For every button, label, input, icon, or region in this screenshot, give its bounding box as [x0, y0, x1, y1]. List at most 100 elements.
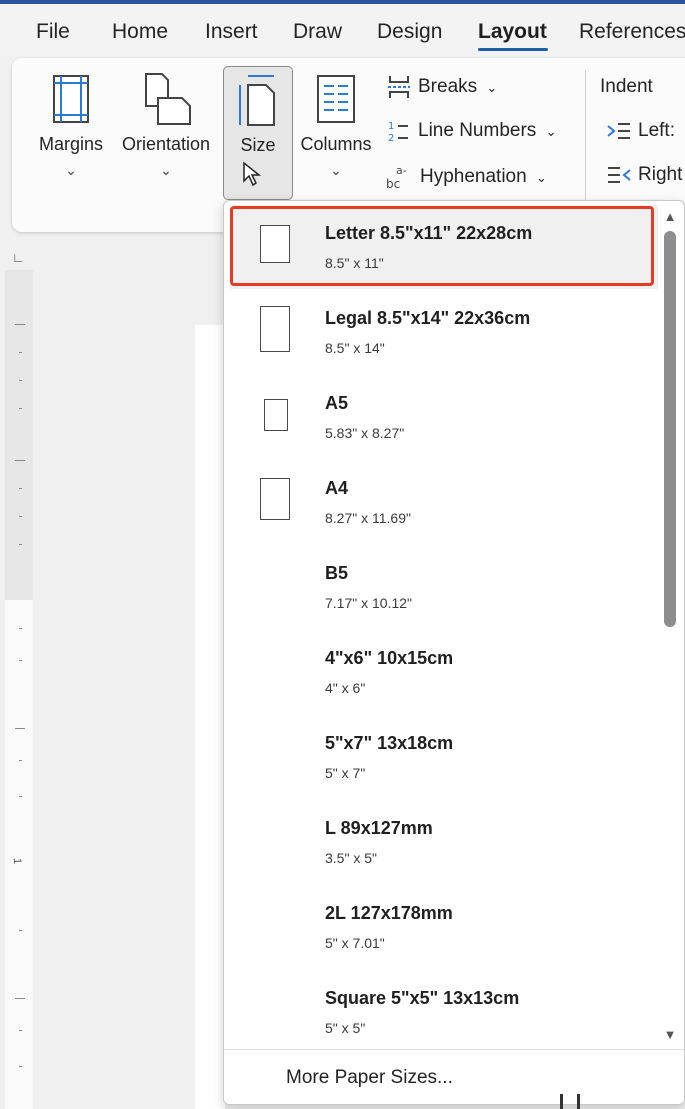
svg-text:a-: a- — [396, 164, 407, 177]
ruler-tick — [15, 998, 25, 999]
line-numbers-label: Line Numbers — [418, 120, 537, 142]
tab-file[interactable]: File — [36, 20, 70, 44]
columns-label: Columns — [300, 134, 372, 154]
scroll-down-icon[interactable]: ▼ — [662, 1027, 678, 1043]
scroll-up-icon[interactable]: ▲ — [662, 209, 678, 225]
ruler-tick — [19, 380, 22, 381]
paper-size-name: B5 — [325, 563, 349, 583]
indent-left-icon — [607, 123, 630, 139]
chevron-down-icon: ⌄ — [330, 162, 342, 178]
paper-size-dims: 7.17" x 10.12" — [325, 595, 413, 611]
paper-size-name: A4 — [325, 478, 349, 498]
ribbon-tabs: File Home Insert Draw Design Layout Refe… — [0, 4, 685, 56]
paper-size-item-a4[interactable]: A4 8.27" x 11.69" — [230, 460, 658, 544]
paper-size-item-square[interactable]: Square 5"x5" 13x13cm 5" x 5" — [230, 970, 658, 1054]
paper-size-name: 5"x7" 13x18cm — [325, 733, 454, 753]
small-page-icon — [264, 399, 288, 431]
paper-size-name: 2L 127x178mm — [325, 903, 453, 923]
paper-size-dims: 5" x 7" — [325, 765, 366, 781]
paper-size-item-l[interactable]: L 89x127mm 3.5" x 5" — [230, 800, 658, 884]
paper-size-item-5x7[interactable]: 5"x7" 13x18cm 5" x 7" — [230, 715, 658, 799]
indent-right-field[interactable]: Right — [606, 164, 682, 186]
size-button[interactable]: Size — [223, 66, 293, 200]
breaks-button[interactable]: Breaks ⌄ — [386, 74, 497, 100]
menu-divider — [224, 1049, 684, 1050]
indent-left-field[interactable]: Left: — [606, 120, 675, 142]
ruler-tick — [19, 488, 22, 489]
paper-size-item-a5[interactable]: A5 5.83" x 8.27" — [230, 375, 658, 459]
paper-size-menu: Letter 8.5"x11" 22x28cm 8.5" x 11" Legal… — [223, 200, 685, 1105]
columns-button[interactable]: Columns ⌄ — [296, 70, 376, 190]
ruler-tick — [19, 660, 22, 661]
selection-highlight — [230, 206, 654, 286]
tab-insert[interactable]: Insert — [205, 20, 258, 44]
hyphenation-label: Hyphenation — [420, 166, 527, 188]
margins-label: Margins — [38, 134, 104, 154]
tall-page-icon — [260, 306, 290, 352]
indent-right-icon — [608, 167, 631, 183]
menu-scrollbar[interactable]: ▲ ▼ — [658, 205, 682, 1045]
paper-size-dims: 8.27" x 11.69" — [325, 510, 411, 526]
chevron-down-icon: ⌄ — [65, 162, 77, 178]
svg-text:2: 2 — [388, 133, 394, 144]
ruler-tick — [19, 516, 22, 517]
chevron-down-icon: ⌄ — [535, 170, 547, 186]
svg-text:1: 1 — [388, 121, 394, 132]
hyphenation-button[interactable]: a- bc Hyphenation ⌄ — [386, 163, 547, 191]
paper-size-dims: 8.5" x 14" — [325, 340, 385, 356]
ruler-tick — [19, 1066, 22, 1067]
paper-size-item-b5[interactable]: B5 7.17" x 10.12" — [230, 545, 658, 629]
tab-draw[interactable]: Draw — [293, 20, 342, 44]
ruler-tick — [19, 408, 22, 409]
paper-size-item-4x6[interactable]: 4"x6" 10x15cm 4" x 6" — [230, 630, 658, 714]
paper-size-dims: 5.83" x 8.27" — [325, 425, 405, 441]
paper-size-dims: 3.5" x 5" — [325, 850, 377, 866]
mouse-pointer-icon — [243, 161, 262, 187]
margins-button[interactable]: Margins ⌄ — [34, 70, 108, 190]
paper-size-dims: 5" x 7.01" — [325, 935, 385, 951]
tab-home[interactable]: Home — [112, 20, 168, 44]
orientation-button[interactable]: Orientation ⌄ — [116, 70, 216, 190]
paper-size-item-legal[interactable]: Legal 8.5"x14" 22x36cm 8.5" x 14" — [230, 290, 658, 374]
ruler-tick — [19, 628, 22, 629]
vertical-ruler: 1 — [5, 270, 33, 1109]
ruler-number: 1 — [11, 857, 24, 865]
line-numbers-button[interactable]: 1 2 Line Numbers ⌄ — [386, 118, 556, 144]
svg-text:bc: bc — [386, 177, 400, 191]
ruler-active-area — [5, 600, 33, 1109]
paper-size-item-2l[interactable]: 2L 127x178mm 5" x 7.01" — [230, 885, 658, 969]
indent-group-title: Indent — [600, 76, 653, 97]
line-numbers-icon: 1 2 — [388, 121, 408, 144]
columns-icon — [317, 75, 355, 123]
text-cursor-mark — [560, 1094, 580, 1109]
tab-design[interactable]: Design — [377, 20, 442, 44]
chevron-down-icon: ⌄ — [545, 124, 557, 140]
indent-right-label: Right — [638, 164, 683, 186]
scroll-thumb[interactable] — [664, 231, 676, 627]
portrait-page-icon — [260, 478, 290, 520]
document-page — [195, 325, 225, 1109]
active-tab-indicator — [478, 48, 548, 51]
paper-size-name: A5 — [325, 393, 349, 413]
orientation-icon — [145, 73, 191, 125]
breaks-label: Breaks — [418, 76, 478, 98]
ruler-tick — [19, 760, 22, 761]
ruler-tick — [19, 1030, 22, 1031]
tab-stop-selector[interactable]: ∟ — [12, 250, 25, 265]
tab-layout[interactable]: Layout — [478, 20, 547, 44]
chevron-down-icon: ⌄ — [160, 162, 172, 178]
tab-references[interactable]: References — [579, 20, 685, 44]
hyphenation-icon: a- bc — [386, 164, 407, 191]
ribbon-group-separator — [585, 70, 586, 200]
size-icon — [239, 75, 275, 126]
more-paper-sizes-button[interactable]: More Paper Sizes... — [286, 1067, 453, 1089]
breaks-icon — [388, 76, 410, 98]
margins-icon — [53, 75, 89, 123]
ruler-tick — [19, 544, 22, 545]
ruler-tick — [15, 324, 25, 325]
ruler-tick — [15, 728, 25, 729]
ruler-tick — [15, 460, 25, 461]
size-label: Size — [240, 135, 276, 155]
paper-size-name: Square 5"x5" 13x13cm — [325, 988, 520, 1008]
paper-size-name: 4"x6" 10x15cm — [325, 648, 454, 668]
